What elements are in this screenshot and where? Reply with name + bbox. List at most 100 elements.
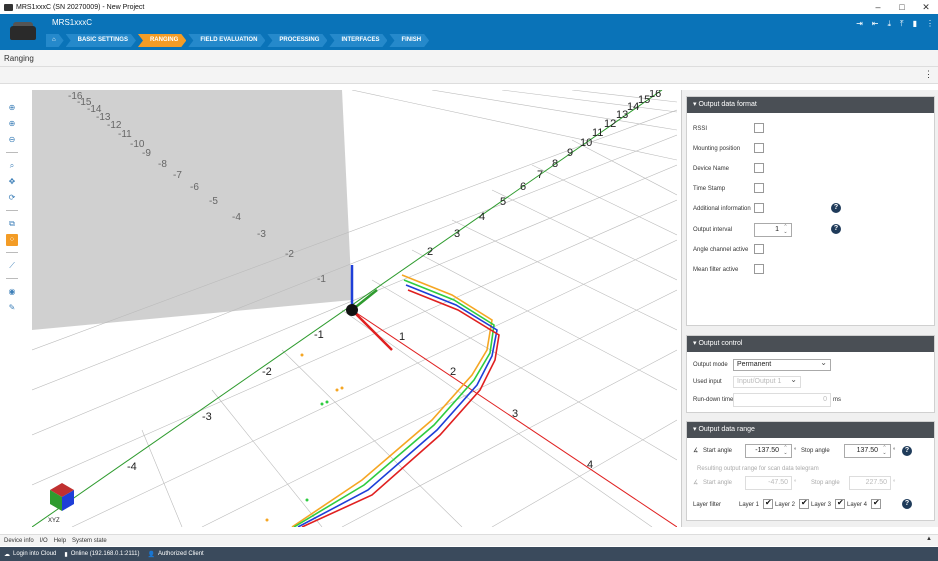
step-processing[interactable]: PROCESSING xyxy=(267,34,327,47)
additional-information-label: Additional information xyxy=(693,206,751,212)
layer-2-checkbox[interactable] xyxy=(799,498,809,509)
additional-information-checkbox[interactable] xyxy=(754,203,764,213)
mean-filter-checkbox[interactable] xyxy=(754,264,764,274)
download-icon[interactable]: ⤓ xyxy=(888,19,892,29)
grey-axis-label: -16 xyxy=(68,91,83,102)
layer-4-checkbox[interactable] xyxy=(871,498,881,509)
view-toolbar: ⊕ ⊕ ⊖ ⌕ ✥ ⟳ ⧉ ⁘ ⟋ ◉ ✎ xyxy=(0,90,32,530)
zoom-extent-icon[interactable]: ⊕ xyxy=(6,118,18,130)
mounting-position-checkbox[interactable] xyxy=(754,143,764,153)
login-icon[interactable]: ⇥ xyxy=(856,19,863,29)
start-angle-unit: ° xyxy=(794,448,797,454)
output-data-range-card: ▾ Output data range ∡ Start angle -137.5… xyxy=(686,421,935,521)
3d-viewport[interactable]: -4 -3 -2 -1 2 3 4 5 6 7 8 9 10 11 12 13 … xyxy=(32,90,677,527)
device-name-checkbox[interactable] xyxy=(754,163,764,173)
rssi-label: RSSI xyxy=(693,126,708,132)
time-stamp-checkbox[interactable] xyxy=(754,183,764,193)
axis-cube[interactable]: XYZ xyxy=(48,483,74,524)
output-data-format-card: ▾ Output data format RSSI Mounting posit… xyxy=(686,96,935,326)
home-step-button[interactable]: ⌂ xyxy=(46,34,64,47)
angle-channel-checkbox[interactable] xyxy=(754,244,764,254)
secondary-toolbar: ⋮ xyxy=(0,67,938,84)
help-icon[interactable]: ? xyxy=(831,203,841,213)
eye-icon[interactable]: ◉ xyxy=(6,286,18,298)
user-icon: 👤 xyxy=(147,551,155,558)
help-icon[interactable]: ? xyxy=(902,499,912,509)
layer-3-checkbox[interactable] xyxy=(835,498,845,509)
step-field-evaluation[interactable]: FIELD EVALUATION xyxy=(188,34,265,47)
layer-1-checkbox[interactable] xyxy=(763,498,773,509)
menu-device-info[interactable]: Device info xyxy=(4,538,34,544)
menu-help[interactable]: Help xyxy=(54,538,66,544)
green-axis-label: 12 xyxy=(604,118,616,130)
grey-axis-label: -1 xyxy=(317,274,326,285)
rssi-checkbox[interactable] xyxy=(754,123,764,133)
grey-axis-label: -7 xyxy=(173,170,182,181)
card-header[interactable]: ▾ Output data range xyxy=(687,422,934,438)
run-down-time-input[interactable]: 0 xyxy=(733,393,831,407)
zoom-in-icon[interactable]: ⊕ xyxy=(6,102,18,114)
cloud-icon: ☁ xyxy=(4,551,10,558)
green-axis-label: -3 xyxy=(202,411,212,423)
mounting-position-label: Mounting position xyxy=(693,146,741,152)
green-axis-label: 5 xyxy=(500,196,506,208)
bottom-menu: Device info I/O Help System state ▲ xyxy=(0,534,938,546)
step-ranging[interactable]: RANGING xyxy=(138,34,186,47)
output-mode-select[interactable]: Permanent xyxy=(733,358,831,371)
device-image xyxy=(8,22,38,44)
pan-icon[interactable]: ✥ xyxy=(6,176,18,188)
view-3d-icon[interactable]: ⧉ xyxy=(6,218,18,230)
mean-filter-label: Mean filter active xyxy=(693,267,739,273)
maximize-button[interactable]: □ xyxy=(890,0,914,14)
menu-system-state[interactable]: System state xyxy=(72,538,107,544)
green-axis-label: -1 xyxy=(314,329,324,341)
start-angle-stepper[interactable]: -137.50 ⌃ ⌄ xyxy=(745,444,792,458)
cloud-login-button[interactable]: ☁ Login into Cloud xyxy=(4,551,56,558)
menu-io[interactable]: I/O xyxy=(40,538,48,544)
page-title: Ranging xyxy=(0,50,938,67)
result-stop-value: 227.50 xyxy=(849,476,891,490)
more-icon[interactable]: ⋮ xyxy=(926,19,934,29)
result-start-unit: ° xyxy=(794,480,797,486)
layer-3-label: Layer 3 xyxy=(811,502,832,508)
zoom-out-icon[interactable]: ⊖ xyxy=(6,134,18,146)
result-stop-label: Stop angle xyxy=(811,480,840,486)
card-header[interactable]: ▾ Output data format xyxy=(687,97,934,113)
help-icon[interactable]: ? xyxy=(902,446,912,456)
logout-icon[interactable]: ⇤ xyxy=(872,19,879,29)
stepper-arrows-icon[interactable]: ⌃ ⌄ xyxy=(781,446,790,456)
help-icon[interactable]: ? xyxy=(831,224,841,234)
save-icon[interactable]: ▮ xyxy=(913,19,917,29)
stop-angle-stepper[interactable]: 137.50 ⌃ ⌄ xyxy=(844,444,891,458)
upload-icon[interactable]: ⤒ xyxy=(900,19,904,29)
green-axis-label: 9 xyxy=(567,147,573,159)
angle-icon: ∡ xyxy=(693,448,699,454)
stepper-arrows-icon[interactable]: ⌃ ⌄ xyxy=(880,446,889,456)
used-input-select[interactable]: Input/Output 1 xyxy=(733,375,801,388)
output-interval-stepper[interactable]: 1 ⌃ ⌄ xyxy=(754,223,792,237)
rotate-icon[interactable]: ⟳ xyxy=(6,192,18,204)
result-angle-icon: ∡ xyxy=(693,480,699,486)
stepper-arrows-icon[interactable]: ⌃ ⌄ xyxy=(781,225,790,235)
grey-axis-label: -8 xyxy=(158,159,167,170)
measure-icon[interactable]: ⟋ xyxy=(6,260,18,272)
step-basic-settings[interactable]: BASIC SETTINGS xyxy=(66,34,136,47)
green-axis-label: 10 xyxy=(580,137,592,149)
expand-caret-icon[interactable]: ▲ xyxy=(926,536,932,542)
device-name-label: Device Name xyxy=(693,166,730,172)
stop-angle-label: Stop angle xyxy=(801,448,830,454)
close-button[interactable]: ✕ xyxy=(914,0,938,14)
point-cloud-icon[interactable]: ⁘ xyxy=(6,234,18,246)
more-options-icon[interactable]: ⋮ xyxy=(924,69,933,80)
green-axis-label: 8 xyxy=(552,158,558,170)
device-name: MRS1xxxC xyxy=(52,18,93,27)
minimize-button[interactable]: – xyxy=(866,0,890,14)
window-controls: – □ ✕ xyxy=(866,0,938,14)
wrench-icon[interactable]: ✎ xyxy=(6,302,18,314)
step-finish[interactable]: FINISH xyxy=(389,34,429,47)
step-interfaces[interactable]: INTERFACES xyxy=(329,34,387,47)
card-header[interactable]: ▾ Output control xyxy=(687,336,934,352)
user-status[interactable]: 👤 Authorized Client xyxy=(148,551,204,558)
grey-axis-label: -5 xyxy=(209,196,218,207)
search-icon[interactable]: ⌕ xyxy=(6,160,18,172)
